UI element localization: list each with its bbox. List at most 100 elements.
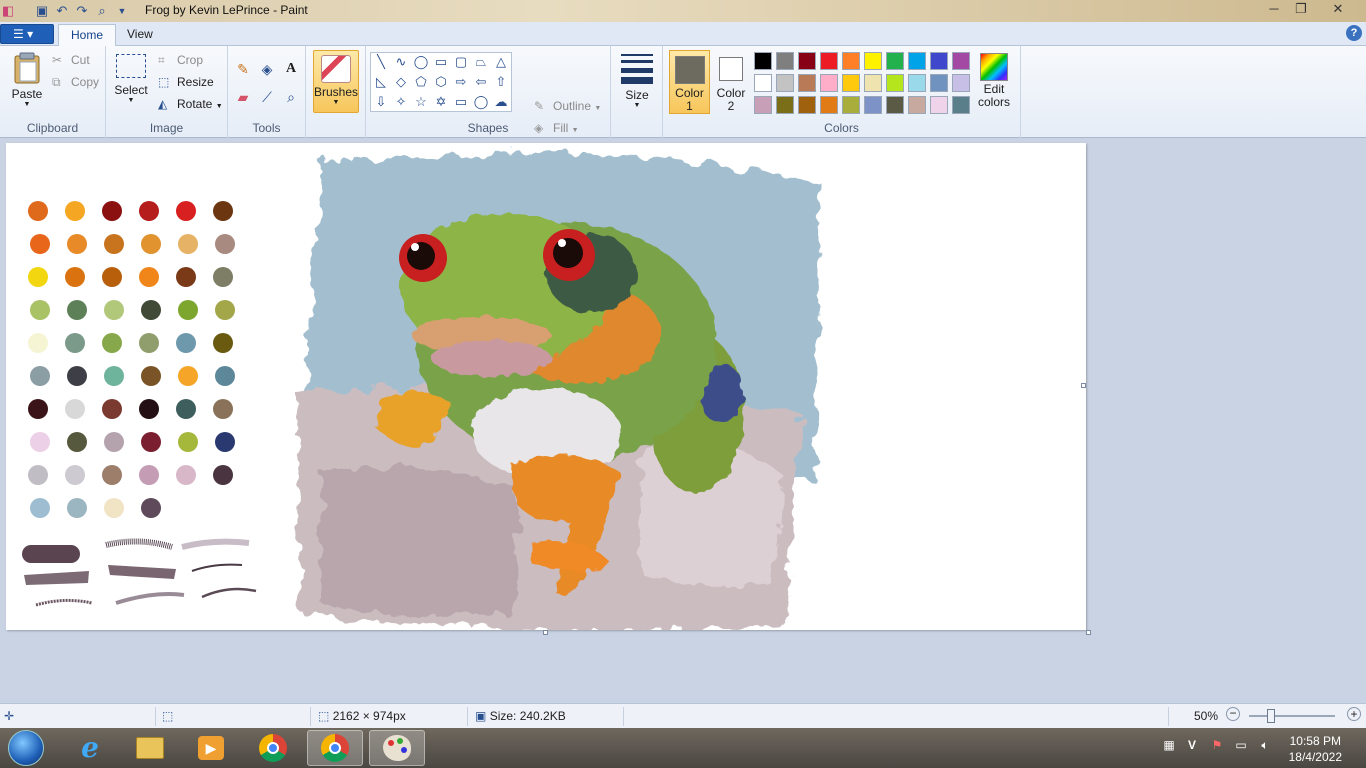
zoom-in-button[interactable]: + (1347, 707, 1361, 721)
line-shape-icon[interactable]: ╲ (372, 53, 390, 71)
palette-color-swatch[interactable] (930, 74, 948, 92)
resize-handle-right[interactable] (1081, 383, 1086, 388)
rectangle-shape-icon[interactable]: ▭ (432, 53, 450, 71)
six-point-star-shape-icon[interactable]: ✡ (432, 93, 450, 111)
resize-handle-bottom[interactable] (543, 630, 548, 635)
outline-button[interactable]: ✎ Outline ▼ (534, 99, 601, 115)
left-arrow-shape-icon[interactable]: ⇦ (472, 73, 490, 91)
palette-color-swatch[interactable] (908, 52, 926, 70)
network-icon[interactable]: ▦ (1160, 738, 1178, 756)
palette-color-swatch[interactable] (842, 52, 860, 70)
media-player-icon[interactable]: ▶ (183, 730, 239, 766)
zoom-slider-thumb[interactable] (1266, 709, 1275, 723)
palette-color-swatch[interactable] (864, 74, 882, 92)
polygon-shape-icon[interactable]: ⏢ (472, 53, 490, 71)
palette-color-swatch[interactable] (886, 52, 904, 70)
resize-button[interactable]: ⬚ Resize (158, 75, 214, 91)
palette-color-swatch[interactable] (798, 74, 816, 92)
start-button[interactable] (8, 730, 44, 766)
four-point-star-shape-icon[interactable]: ✧ (392, 93, 410, 111)
shapes-gallery[interactable]: ╲ ∿ ◯ ▭ ▢ ⏢ △ ◺ ◇ ⬠ ⬡ ⇨ ⇦ ⇧ ⇩ ✧ ☆ ✡ ▭ ◯ … (370, 52, 512, 112)
chrome-icon[interactable] (245, 730, 301, 766)
palette-color-swatch[interactable] (886, 96, 904, 114)
action-center-icon[interactable]: ⚑ (1208, 738, 1226, 756)
pencil-icon[interactable]: ✎ (232, 58, 254, 80)
undo-icon[interactable]: ↶ (54, 3, 70, 19)
eraser-icon[interactable]: ▰ (232, 86, 254, 108)
palette-color-swatch[interactable] (952, 52, 970, 70)
brushes-button[interactable]: Brushes ▼ (313, 50, 359, 113)
rotate-button[interactable]: ◭ Rotate ▼ (158, 97, 223, 113)
palette-color-swatch[interactable] (930, 96, 948, 114)
palette-color-swatch[interactable] (842, 74, 860, 92)
five-point-star-shape-icon[interactable]: ☆ (412, 93, 430, 111)
crop-button[interactable]: ⌗ Crop (158, 53, 203, 69)
vpn-icon[interactable]: V (1183, 738, 1201, 756)
palette-color-swatch[interactable] (842, 96, 860, 114)
tab-view[interactable]: View (115, 24, 165, 46)
close-button[interactable]: ✕ (1326, 0, 1350, 20)
file-menu-button[interactable]: ☰ ▾ (0, 24, 54, 44)
minimize-button[interactable]: ─ (1262, 0, 1286, 20)
up-arrow-shape-icon[interactable]: ⇧ (492, 73, 510, 91)
maximize-button[interactable]: ❐ (1289, 0, 1313, 20)
palette-color-swatch[interactable] (820, 74, 838, 92)
paint-app-icon[interactable]: ◧ (0, 3, 16, 19)
paint-icon[interactable] (369, 730, 425, 766)
chrome-icon[interactable] (307, 730, 363, 766)
resize-handle-corner[interactable] (1086, 630, 1091, 635)
palette-color-swatch[interactable] (930, 52, 948, 70)
fill-button[interactable]: ◈ Fill ▼ (534, 121, 579, 137)
drawing-canvas[interactable] (6, 143, 1086, 630)
rounded-rectangle-shape-icon[interactable]: ▢ (452, 53, 470, 71)
hexagon-shape-icon[interactable]: ⬡ (432, 73, 450, 91)
right-arrow-shape-icon[interactable]: ⇨ (452, 73, 470, 91)
right-triangle-shape-icon[interactable]: ◺ (372, 73, 390, 91)
palette-color-swatch[interactable] (864, 52, 882, 70)
palette-color-swatch[interactable] (754, 74, 772, 92)
palette-color-swatch[interactable] (908, 74, 926, 92)
monitor-icon[interactable]: ▭ (1232, 738, 1250, 756)
redo-icon[interactable]: ↷ (74, 3, 90, 19)
oval-shape-icon[interactable]: ◯ (412, 53, 430, 71)
palette-color-swatch[interactable] (864, 96, 882, 114)
internet-explorer-icon[interactable]: e (62, 730, 118, 766)
cut-button[interactable]: ✂ Cut (52, 53, 90, 69)
palette-color-swatch[interactable] (776, 52, 794, 70)
file-explorer-icon[interactable] (122, 730, 178, 766)
copy-button[interactable]: ⧉ Copy (52, 75, 99, 91)
palette-color-swatch[interactable] (820, 96, 838, 114)
rectangular-callout-shape-icon[interactable]: ▭ (452, 93, 470, 111)
palette-color-swatch[interactable] (776, 74, 794, 92)
edit-colors-button[interactable]: Edit colors (976, 50, 1012, 114)
paste-button[interactable]: Paste ▼ (8, 52, 46, 108)
volume-icon[interactable]: 🔈︎ (1256, 738, 1274, 756)
palette-color-swatch[interactable] (952, 96, 970, 114)
palette-color-swatch[interactable] (886, 74, 904, 92)
triangle-shape-icon[interactable]: △ (492, 53, 510, 71)
color-picker-icon[interactable]: ⟋ (256, 86, 278, 108)
diamond-shape-icon[interactable]: ◇ (392, 73, 410, 91)
zoom-out-button[interactable]: − (1226, 707, 1240, 721)
palette-color-swatch[interactable] (798, 96, 816, 114)
palette-color-swatch[interactable] (908, 96, 926, 114)
palette-color-swatch[interactable] (952, 74, 970, 92)
palette-color-swatch[interactable] (820, 52, 838, 70)
cloud-callout-shape-icon[interactable]: ☁ (492, 93, 510, 111)
text-icon[interactable]: A (280, 58, 302, 80)
magnifier-icon[interactable]: ⌕ (280, 86, 302, 108)
curve-shape-icon[interactable]: ∿ (392, 53, 410, 71)
down-arrow-shape-icon[interactable]: ⇩ (372, 93, 390, 111)
zoom-slider[interactable] (1249, 709, 1335, 723)
tab-home[interactable]: Home (58, 24, 117, 46)
palette-color-swatch[interactable] (754, 96, 772, 114)
help-icon[interactable]: ? (1346, 25, 1362, 41)
size-button[interactable]: Size ▼ (620, 88, 654, 109)
pentagon-shape-icon[interactable]: ⬠ (412, 73, 430, 91)
fill-icon[interactable]: ◈ (256, 58, 278, 80)
palette-color-swatch[interactable] (798, 52, 816, 70)
oval-callout-shape-icon[interactable]: ◯ (472, 93, 490, 111)
zoom-icon[interactable]: ⌕ (94, 3, 110, 19)
palette-color-swatch[interactable] (754, 52, 772, 70)
save-icon[interactable]: ▣ (34, 3, 50, 19)
